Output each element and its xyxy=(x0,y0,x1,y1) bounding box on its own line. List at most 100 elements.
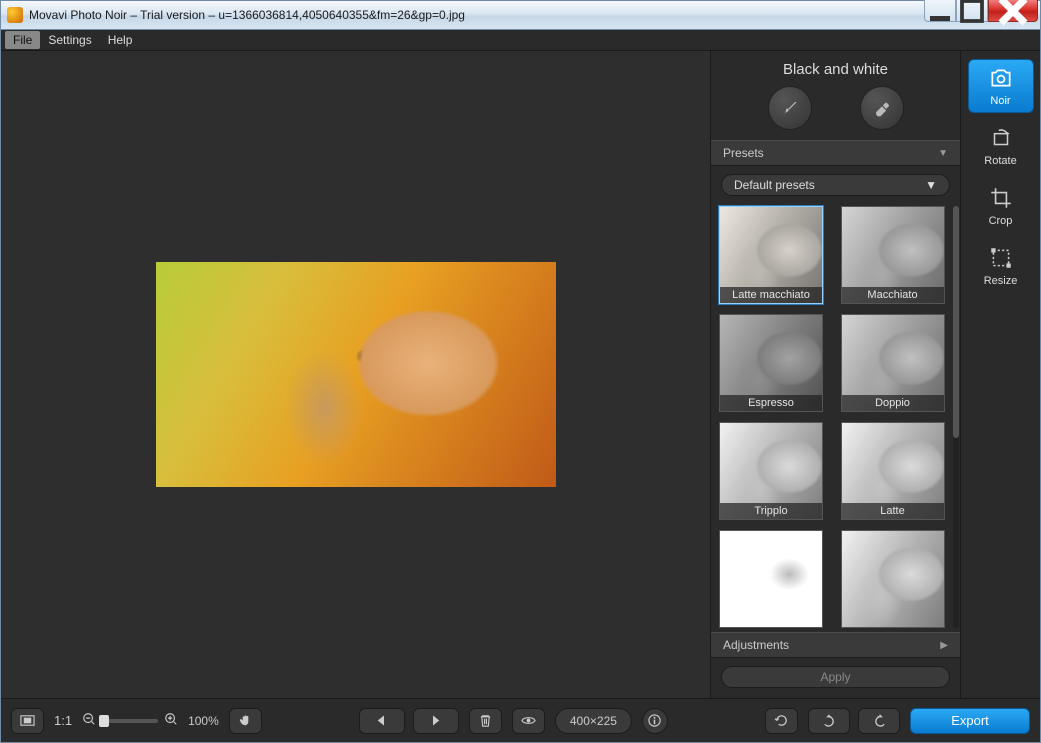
preset-thumb-image xyxy=(720,531,822,627)
scrollbar-thumb[interactable] xyxy=(953,206,959,438)
trash-icon xyxy=(478,713,493,728)
fit-screen-button[interactable] xyxy=(11,708,44,734)
adjustments-header-label: Adjustments xyxy=(723,638,789,652)
brush-row xyxy=(711,86,960,140)
menu-bar: File Settings Help xyxy=(1,30,1040,50)
export-button-label: Export xyxy=(951,713,989,728)
preset-thumb[interactable]: Tripplo xyxy=(719,422,823,520)
maximize-icon xyxy=(957,0,987,26)
tool-rotate[interactable]: Rotate xyxy=(968,119,1034,173)
preset-group-dropdown[interactable]: Default presets ▼ xyxy=(721,174,950,196)
preset-grid: Latte macchiato Macchiato Espresso Doppio Tr… xyxy=(719,206,952,628)
side-panel: Black and white Presets ▼ Default preset… xyxy=(710,50,960,698)
preset-thumb-label: Latte xyxy=(842,503,944,519)
crop-icon xyxy=(988,185,1014,211)
maximize-button[interactable] xyxy=(956,0,988,22)
eye-icon xyxy=(521,713,536,728)
history-group xyxy=(808,708,900,734)
panel-title: Black and white xyxy=(711,51,960,86)
resize-icon xyxy=(988,245,1014,271)
tool-crop-label: Crop xyxy=(989,215,1013,227)
tool-rotate-label: Rotate xyxy=(984,155,1016,167)
paint-brush-button[interactable] xyxy=(768,86,812,130)
preset-thumb-label: Macchiato xyxy=(842,287,944,303)
fit-screen-icon xyxy=(20,713,35,728)
zoom-knob[interactable] xyxy=(99,715,109,727)
app-frame: File Settings Help Black and white Prese… xyxy=(0,30,1041,743)
zoom-in-icon xyxy=(164,712,178,726)
nav-group xyxy=(359,708,459,734)
preset-thumb[interactable]: Macchiato xyxy=(841,206,945,304)
reset-icon xyxy=(774,713,789,728)
zoom-in-button[interactable] xyxy=(164,712,178,729)
preset-group-value: Default presets xyxy=(734,178,815,192)
dimensions-label: 400×225 xyxy=(570,714,617,728)
undo-icon xyxy=(822,713,837,728)
zoom-track[interactable] xyxy=(102,719,158,723)
menu-help[interactable]: Help xyxy=(100,31,141,49)
zoom-out-button[interactable] xyxy=(82,712,96,729)
hand-tool-button[interactable] xyxy=(229,708,262,734)
minimize-button[interactable] xyxy=(924,0,956,22)
compare-button[interactable] xyxy=(512,708,545,734)
preset-thumb[interactable] xyxy=(719,530,823,628)
menu-file[interactable]: File xyxy=(5,31,40,49)
redo-icon xyxy=(872,713,887,728)
window-controls xyxy=(924,0,1038,22)
main-area: Black and white Presets ▼ Default preset… xyxy=(1,50,1040,698)
zoom-slider xyxy=(82,712,178,729)
info-icon xyxy=(647,713,662,728)
tool-strip: Noir Rotate Crop Resize xyxy=(960,50,1040,698)
undo-button[interactable] xyxy=(808,708,850,734)
preset-scroll: Latte macchiato Macchiato Espresso Doppio Tr… xyxy=(711,202,960,632)
canvas-image xyxy=(156,262,556,487)
bottom-bar: 1:1 100% xyxy=(1,698,1040,742)
chevron-down-icon: ▼ xyxy=(925,178,937,192)
tool-noir[interactable]: Noir xyxy=(968,59,1034,113)
info-button[interactable] xyxy=(642,708,668,734)
canvas-area[interactable] xyxy=(1,50,710,698)
redo-button[interactable] xyxy=(858,708,900,734)
preset-thumb[interactable]: Espresso xyxy=(719,314,823,412)
presets-header-label: Presets xyxy=(723,146,764,160)
minimize-icon xyxy=(925,0,955,26)
hand-icon xyxy=(238,713,253,728)
tool-crop[interactable]: Crop xyxy=(968,179,1034,233)
preset-thumb-label: Latte macchiato xyxy=(720,287,822,303)
adjustments-header[interactable]: Adjustments ▶ xyxy=(711,632,960,658)
next-button[interactable] xyxy=(413,708,459,734)
erase-brush-button[interactable] xyxy=(860,86,904,130)
ratio-label: 1:1 xyxy=(54,713,72,728)
camera-icon xyxy=(988,65,1014,91)
next-icon xyxy=(428,713,443,728)
preset-thumb[interactable]: Latte macchiato xyxy=(719,206,823,304)
close-button[interactable] xyxy=(988,0,1038,22)
preset-thumb-image xyxy=(842,531,944,627)
window-title: Movavi Photo Noir – Trial version – u=13… xyxy=(29,8,924,22)
app-icon xyxy=(7,7,23,23)
chevron-down-icon: ▼ xyxy=(938,148,948,159)
delete-button[interactable] xyxy=(469,708,502,734)
preset-thumb[interactable] xyxy=(841,530,945,628)
apply-button[interactable]: Apply xyxy=(721,666,950,688)
zoom-percent: 100% xyxy=(188,714,219,728)
preset-thumb-label: Espresso xyxy=(720,395,822,411)
prev-button[interactable] xyxy=(359,708,405,734)
preset-thumb-label: Tripplo xyxy=(720,503,822,519)
preset-scrollbar[interactable] xyxy=(953,206,959,628)
preset-thumb[interactable]: Latte xyxy=(841,422,945,520)
preset-thumb[interactable]: Doppio xyxy=(841,314,945,412)
tool-resize-label: Resize xyxy=(984,275,1018,287)
paint-brush-icon xyxy=(780,98,800,118)
erase-brush-icon xyxy=(872,98,892,118)
rotate-icon xyxy=(988,125,1014,151)
reset-button[interactable] xyxy=(765,708,798,734)
prev-icon xyxy=(374,713,389,728)
export-button[interactable]: Export xyxy=(910,708,1030,734)
presets-header[interactable]: Presets ▼ xyxy=(711,140,960,166)
tool-noir-label: Noir xyxy=(990,95,1010,107)
menu-settings[interactable]: Settings xyxy=(40,31,99,49)
apply-button-label: Apply xyxy=(820,670,850,684)
tool-resize[interactable]: Resize xyxy=(968,239,1034,293)
window-titlebar: Movavi Photo Noir – Trial version – u=13… xyxy=(0,0,1041,30)
